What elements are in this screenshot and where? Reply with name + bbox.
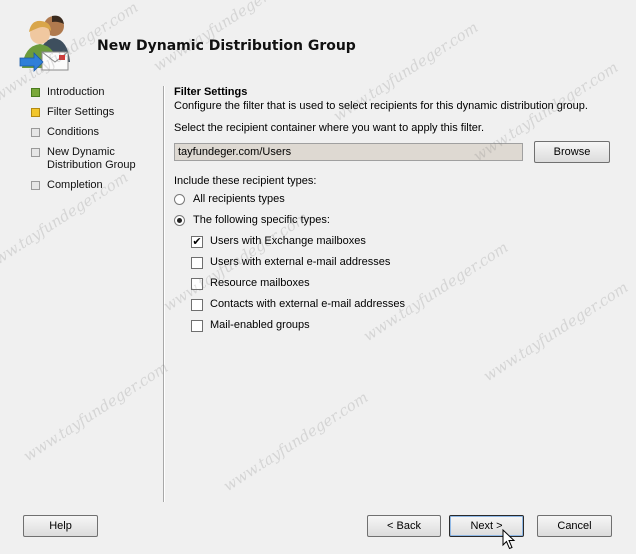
step-completion: Completion — [20, 179, 162, 192]
checkbox-label: Resource mailboxes — [210, 277, 310, 289]
step-label: Conditions — [47, 126, 99, 138]
radio-specific-types[interactable]: The following specific types: — [174, 210, 614, 231]
checkbox-users-external-email[interactable]: Users with external e-mail addresses — [174, 252, 614, 273]
step-introduction: Introduction — [20, 86, 162, 99]
checkbox-label: Contacts with external e-mail addresses — [210, 298, 406, 310]
checkbox-label: Mail-enabled groups — [210, 319, 310, 331]
recipient-container-field[interactable] — [174, 143, 523, 161]
step-filter-settings: Filter Settings — [20, 106, 162, 119]
watermark-text: www.tayfundeger.com — [220, 388, 372, 496]
radio-label: All recipients types — [193, 193, 285, 205]
section-title: Filter Settings — [174, 86, 248, 98]
nav-divider — [163, 86, 165, 502]
cancel-button[interactable]: Cancel — [537, 515, 612, 537]
mouse-pointer-icon — [502, 529, 516, 550]
step-pending-icon — [31, 128, 40, 137]
step-label: New Dynamic Distribution Group — [47, 146, 136, 171]
radio-label: The following specific types: — [193, 214, 330, 226]
filter-settings-panel: Filter Settings Configure the filter tha… — [174, 86, 614, 336]
checkbox-resource-mailboxes[interactable]: Resource mailboxes — [174, 273, 614, 294]
step-new-dynamic-distribution-group: New Dynamic Distribution Group — [20, 146, 157, 172]
step-label: Introduction — [47, 86, 105, 98]
step-complete-icon — [31, 88, 40, 97]
checkbox-icon[interactable] — [191, 299, 203, 311]
wizard-header: New Dynamic Distribution Group — [0, 0, 636, 82]
checkbox-checked-icon[interactable]: ✔ — [191, 236, 203, 248]
radio-button-selected-icon[interactable] — [174, 215, 185, 226]
browse-button[interactable]: Browse — [534, 141, 610, 163]
container-prompt: Select the recipient container where you… — [174, 122, 485, 134]
checkbox-icon[interactable] — [191, 278, 203, 290]
wizard-window: New Dynamic Distribution Group Introduct… — [0, 0, 636, 554]
watermark-text: www.tayfundeger.com — [20, 358, 172, 466]
distribution-group-icon — [19, 15, 70, 72]
back-button[interactable]: < Back — [367, 515, 441, 537]
step-pending-icon — [31, 181, 40, 190]
radio-all-recipient-types[interactable]: All recipients types — [174, 189, 614, 210]
checkbox-users-exchange-mailboxes[interactable]: ✔ Users with Exchange mailboxes — [174, 231, 614, 252]
radio-button-icon[interactable] — [174, 194, 185, 205]
wizard-steps: Introduction Filter Settings Conditions … — [20, 86, 162, 199]
container-row: Browse — [174, 141, 614, 165]
checkbox-icon[interactable] — [191, 257, 203, 269]
step-conditions: Conditions — [20, 126, 162, 139]
checkbox-label: Users with external e-mail addresses — [210, 256, 391, 268]
step-current-icon — [31, 108, 40, 117]
step-label: Completion — [47, 179, 103, 191]
wizard-title: New Dynamic Distribution Group — [97, 38, 356, 54]
checkbox-mail-enabled-groups[interactable]: Mail-enabled groups — [174, 315, 614, 336]
checkbox-label: Users with Exchange mailboxes — [210, 235, 366, 247]
checkbox-contacts-external-email[interactable]: Contacts with external e-mail addresses — [174, 294, 614, 315]
step-pending-icon — [31, 148, 40, 157]
step-label: Filter Settings — [47, 106, 115, 118]
checkbox-icon[interactable] — [191, 320, 203, 332]
section-description: Configure the filter that is used to sel… — [174, 100, 588, 112]
recipient-types-prompt: Include these recipient types: — [174, 175, 317, 187]
help-button[interactable]: Help — [23, 515, 98, 537]
